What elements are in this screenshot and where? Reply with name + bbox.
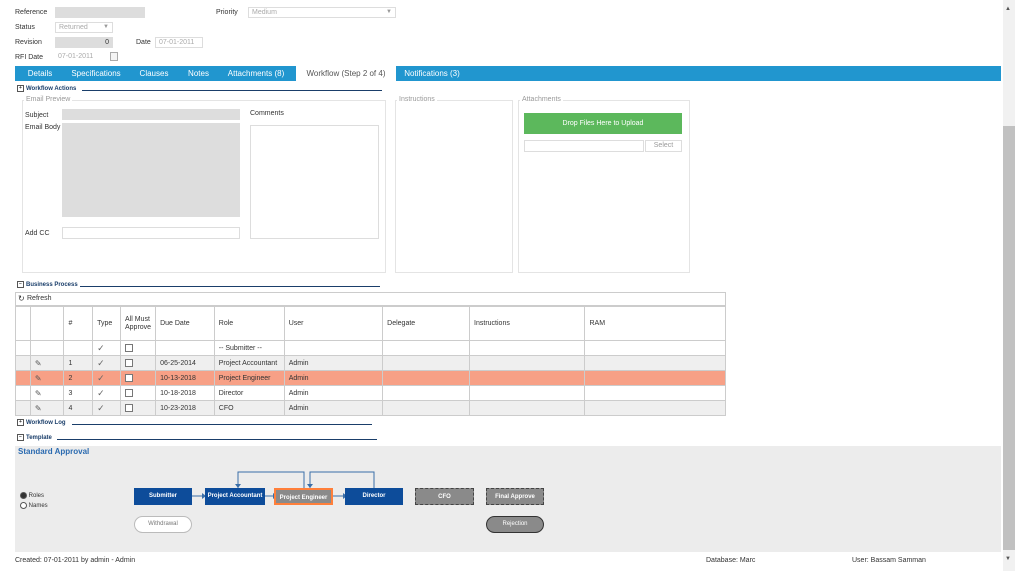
scroll-down-icon[interactable]: ▼ [1005,556,1011,562]
flow-connectors [192,471,375,499]
connector [237,471,305,488]
connector [309,471,375,488]
scrollbar-thumb[interactable] [1003,126,1015,550]
rejection-button[interactable]: Rejection [486,516,544,533]
scroll-up-icon[interactable]: ▲ [1005,6,1011,12]
database-info: Database: Marc [706,557,756,564]
flow-node-final-approve[interactable]: Final Approve [486,488,544,505]
created-info: Created: 07-01-2011 by admin - Admin [15,557,136,564]
flow-node-submitter[interactable]: Submitter [134,488,192,505]
flow-node-director[interactable]: Director [345,488,403,505]
flow-node-project-engineer[interactable]: Project Engineer [274,488,333,505]
user-info: User: Bassam Samman [852,557,926,564]
flow-node-cfo[interactable]: CFO [415,488,474,505]
withdrawal-button[interactable]: Withdrawal [134,516,192,533]
flow-node-project-accountant[interactable]: Project Accountant [205,488,265,505]
